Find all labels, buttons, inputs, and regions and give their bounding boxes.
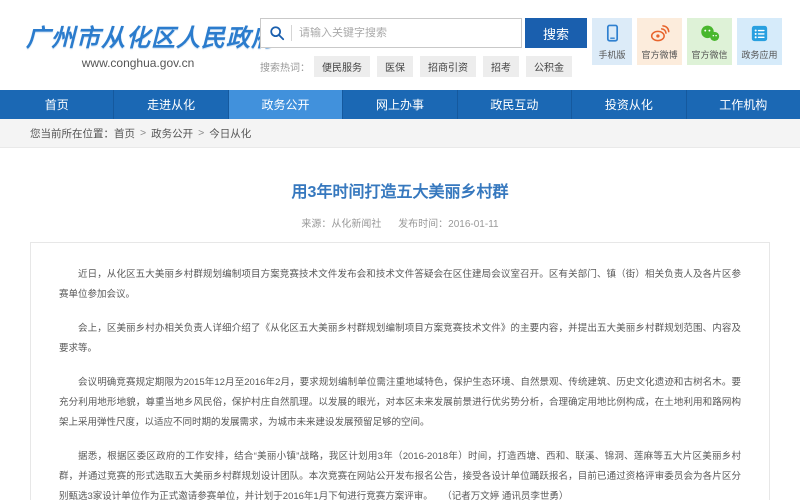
weibo-icon — [650, 23, 670, 45]
page: 广州市从化区人民政府 www.conghua.gov.cn 搜索 搜索热词： 便… — [0, 0, 800, 500]
hot-words-label: 搜索热词： — [260, 59, 310, 74]
article-publish-time: 发布时间：2016-01-11 — [398, 219, 498, 230]
hot-word-tag[interactable]: 医保 — [377, 56, 413, 77]
search-input[interactable] — [299, 27, 513, 39]
site-header: 广州市从化区人民政府 www.conghua.gov.cn 搜索 搜索热词： 便… — [0, 0, 800, 90]
nav-item-gov-info[interactable]: 政务公开 — [228, 90, 342, 119]
breadcrumb-separator: > — [140, 127, 146, 139]
quicklink-mobile[interactable]: 手机版 — [592, 18, 632, 65]
breadcrumb-separator: > — [198, 127, 204, 139]
hot-word-tag[interactable]: 公积金 — [526, 56, 572, 77]
quicklink-weibo[interactable]: 官方微博 — [637, 18, 682, 65]
site-url: www.conghua.gov.cn — [26, 56, 250, 70]
main-nav: 首页 走进从化 政务公开 网上办事 政民互动 投资从化 工作机构 — [0, 90, 800, 119]
quicklink-label: 手机版 — [598, 48, 625, 61]
article-source: 来源：从化新闻社 — [301, 219, 381, 230]
nav-item-organizations[interactable]: 工作机构 — [686, 90, 800, 119]
hot-word-tag[interactable]: 便民服务 — [314, 56, 370, 77]
breadcrumb-link-home[interactable]: 首页 — [114, 126, 135, 141]
apps-icon — [751, 23, 768, 45]
article-paragraph: 会议明确竞赛规定期限为2015年12月至2016年2月，要求规划编制单位需注重地… — [59, 373, 741, 433]
breadcrumb-link-gov-info[interactable]: 政务公开 — [151, 126, 193, 141]
quicklink-apps[interactable]: 政务应用 — [737, 18, 782, 65]
nav-item-investment[interactable]: 投资从化 — [571, 90, 685, 119]
article-meta: 来源：从化新闻社 发布时间：2016-01-11 — [0, 215, 800, 230]
hot-words-row: 搜索热词： 便民服务 医保 招商引资 招考 公积金 — [260, 56, 587, 77]
article-body: 近日，从化区五大美丽乡村群规划编制项目方案竞赛技术文件发布会和技术文件答疑会在区… — [30, 242, 770, 500]
article: 用3年时间打造五大美丽乡村群 来源：从化新闻社 发布时间：2016-01-11 … — [0, 178, 800, 500]
quicklink-wechat[interactable]: 官方微信 — [687, 18, 732, 65]
quicklink-label: 官方微信 — [691, 48, 727, 61]
quicklink-label: 官方微博 — [641, 48, 677, 61]
article-paragraph: 据悉，根据区委区政府的工作安排，结合“美丽小镇”战略，我区计划用3年（2016-… — [59, 447, 741, 500]
quicklink-label: 政务应用 — [741, 48, 777, 61]
search-area: 搜索 搜索热词： 便民服务 医保 招商引资 招考 公积金 — [260, 18, 587, 77]
mobile-icon — [604, 23, 621, 45]
search-button[interactable]: 搜索 — [525, 18, 587, 48]
nav-item-home[interactable]: 首页 — [0, 90, 113, 119]
nav-item-online-services[interactable]: 网上办事 — [342, 90, 456, 119]
wechat-icon — [700, 23, 720, 45]
breadcrumb-prefix: 您当前所在位置： — [30, 126, 114, 141]
breadcrumb-link-today[interactable]: 今日从化 — [209, 126, 251, 141]
nav-item-about[interactable]: 走进从化 — [113, 90, 227, 119]
search-divider — [291, 25, 292, 41]
article-paragraph: 会上，区美丽乡村办相关负责人详细介绍了《从化区五大美丽乡村群规划编制项目方案竞赛… — [59, 319, 741, 359]
search-icon — [269, 25, 285, 41]
hot-word-tag[interactable]: 招商引资 — [420, 56, 476, 77]
search-box[interactable] — [260, 18, 522, 48]
breadcrumb: 您当前所在位置： 首页 > 政务公开 > 今日从化 — [0, 119, 800, 148]
quick-links: 手机版 官方微博 官方微信 政务应用 — [587, 18, 782, 65]
hot-word-tag[interactable]: 招考 — [483, 56, 519, 77]
nav-item-interaction[interactable]: 政民互动 — [457, 90, 571, 119]
article-paragraph: 近日，从化区五大美丽乡村群规划编制项目方案竞赛技术文件发布会和技术文件答疑会在区… — [59, 265, 741, 305]
site-name: 广州市从化区人民政府 — [26, 18, 250, 53]
site-logo[interactable]: 广州市从化区人民政府 www.conghua.gov.cn — [26, 18, 250, 70]
article-title: 用3年时间打造五大美丽乡村群 — [0, 178, 800, 202]
